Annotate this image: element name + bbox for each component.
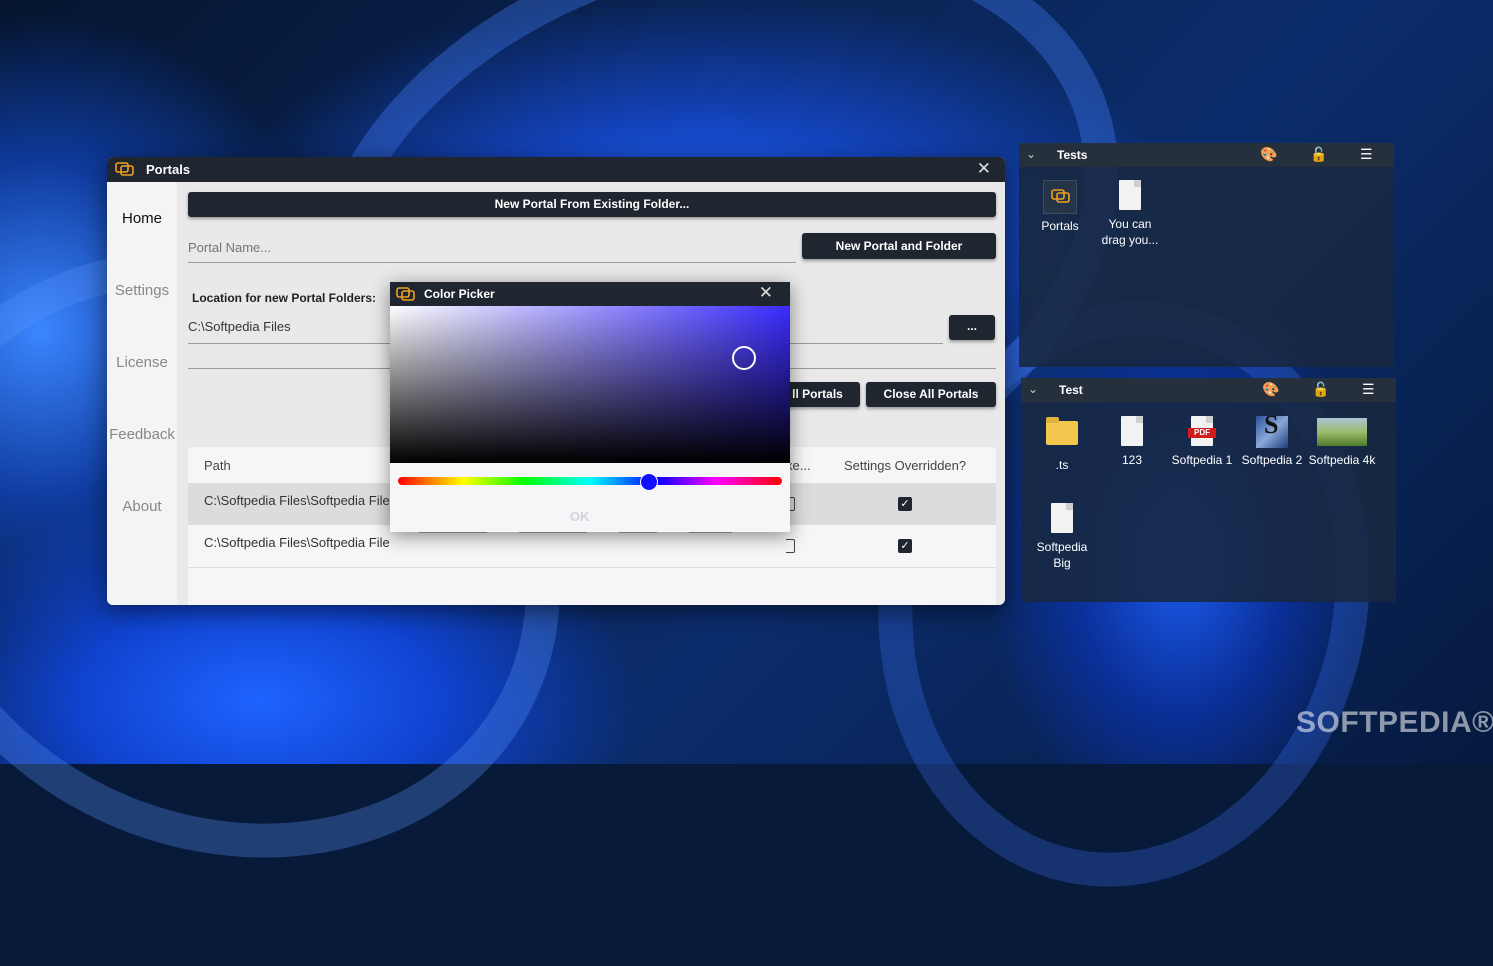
- portal-item[interactable]: 123: [1098, 416, 1166, 468]
- portal-item-label: Portals: [1041, 219, 1079, 233]
- settings-overridden-checkbox[interactable]: ✓: [898, 497, 912, 511]
- portals-app-icon: [1043, 180, 1077, 214]
- hue-slider[interactable]: [398, 477, 782, 485]
- side-nav: Home Settings License Feedback About: [107, 182, 177, 605]
- pdf-icon: PDF: [1186, 416, 1218, 448]
- portal-item-label: Softpedia 4k: [1308, 453, 1376, 467]
- color-input-field[interactable]: [689, 532, 732, 533]
- column-header-settings-overridden[interactable]: Settings Overridden?: [844, 458, 966, 473]
- color-picker-title-bar: Color Picker ✕: [390, 282, 790, 306]
- portal-item-label: Softpedia Big: [1036, 540, 1088, 570]
- menu-icon[interactable]: ☰: [1360, 146, 1373, 163]
- softpedia-watermark: SOFTPEDIA®: [1296, 706, 1493, 739]
- nav-item-settings[interactable]: Settings: [107, 282, 177, 299]
- settings-overridden-checkbox[interactable]: ✓: [898, 539, 912, 553]
- document-icon: [1116, 416, 1148, 448]
- portal-item[interactable]: You can drag you...: [1096, 180, 1164, 248]
- nav-item-home[interactable]: Home: [107, 210, 177, 227]
- portal-item[interactable]: .ts: [1028, 416, 1096, 473]
- color-input-field[interactable]: [519, 532, 587, 533]
- color-picker-dialog: Color Picker ✕ OK: [390, 282, 790, 533]
- chevron-down-icon[interactable]: ⌄: [1026, 147, 1036, 161]
- row-path: C:\Softpedia Files\Softpedia File: [204, 493, 390, 508]
- browse-button[interactable]: ...: [949, 315, 995, 340]
- nav-item-feedback[interactable]: Feedback: [107, 426, 177, 443]
- image-icon: S: [1256, 410, 1288, 448]
- portal-item-label: .ts: [1055, 458, 1069, 472]
- portal-name-input[interactable]: [188, 232, 796, 263]
- portal-window-test: ⌄ Test 🎨 🔓 ☰ .ts 123 PDF Softpedia 1 S S…: [1021, 378, 1396, 602]
- portal-item[interactable]: Softpedia 4k: [1308, 416, 1376, 468]
- close-icon[interactable]: ✕: [977, 159, 991, 179]
- unlock-icon[interactable]: 🔓: [1312, 381, 1329, 398]
- portal-name: Tests: [1057, 148, 1088, 162]
- document-icon: [1046, 503, 1078, 535]
- s-logo: S: [1264, 410, 1279, 439]
- pdf-badge: PDF: [1188, 428, 1216, 438]
- portal-window-tests: ⌄ Tests 🎨 🔓 ☰ Portals You can drag you..…: [1019, 143, 1394, 367]
- palette-icon[interactable]: 🎨: [1262, 381, 1279, 398]
- title-bar: Portals ✕: [107, 157, 1005, 182]
- unlock-icon[interactable]: 🔓: [1310, 146, 1327, 163]
- saturation-value-handle[interactable]: [732, 346, 756, 370]
- window-title: Portals: [146, 162, 191, 177]
- new-portal-from-existing-button[interactable]: New Portal From Existing Folder...: [188, 192, 996, 217]
- hue-slider-handle[interactable]: [640, 473, 658, 491]
- close-all-portals-button[interactable]: Close All Portals: [866, 382, 996, 407]
- portal-header[interactable]: ⌄ Test 🎨 🔓 ☰: [1021, 378, 1396, 402]
- portal-item-label: 123: [1121, 453, 1143, 467]
- folder-icon: [1046, 417, 1078, 453]
- color-input-field[interactable]: [619, 532, 657, 533]
- portal-item-label: You can drag you...: [1101, 217, 1159, 247]
- color-picker-title: Color Picker: [424, 287, 495, 301]
- photo-icon: [1317, 418, 1367, 446]
- portal-item[interactable]: Portals: [1026, 180, 1094, 234]
- new-portal-and-folder-button[interactable]: New Portal and Folder: [802, 233, 996, 259]
- portal-item[interactable]: S Softpedia 2: [1238, 410, 1306, 468]
- portal-name: Test: [1059, 383, 1083, 397]
- portal-item[interactable]: Softpedia Big: [1028, 503, 1096, 571]
- portal-item-label: Softpedia 1: [1171, 453, 1233, 467]
- palette-icon[interactable]: 🎨: [1260, 146, 1277, 163]
- location-label: Location for new Portal Folders:: [192, 291, 377, 305]
- nav-item-about[interactable]: About: [107, 498, 177, 515]
- ok-button[interactable]: OK: [570, 509, 590, 524]
- portals-app-icon: [396, 287, 415, 301]
- checkbox[interactable]: [786, 539, 795, 553]
- close-icon[interactable]: ✕: [759, 283, 773, 303]
- portal-header[interactable]: ⌄ Tests 🎨 🔓 ☰: [1019, 143, 1394, 167]
- chevron-down-icon[interactable]: ⌄: [1028, 382, 1038, 396]
- color-input-field[interactable]: [419, 532, 487, 533]
- portal-item-label: Softpedia 2: [1241, 453, 1303, 467]
- document-icon: [1114, 180, 1146, 212]
- nav-item-license[interactable]: License: [107, 354, 177, 371]
- saturation-value-area[interactable]: [390, 306, 790, 463]
- portal-item[interactable]: PDF Softpedia 1: [1168, 416, 1236, 468]
- column-header-path[interactable]: Path: [204, 458, 231, 473]
- row-path: C:\Softpedia Files\Softpedia File: [204, 535, 390, 550]
- menu-icon[interactable]: ☰: [1362, 381, 1375, 398]
- portals-app-icon: [115, 162, 134, 176]
- location-value: C:\Softpedia Files: [188, 319, 291, 334]
